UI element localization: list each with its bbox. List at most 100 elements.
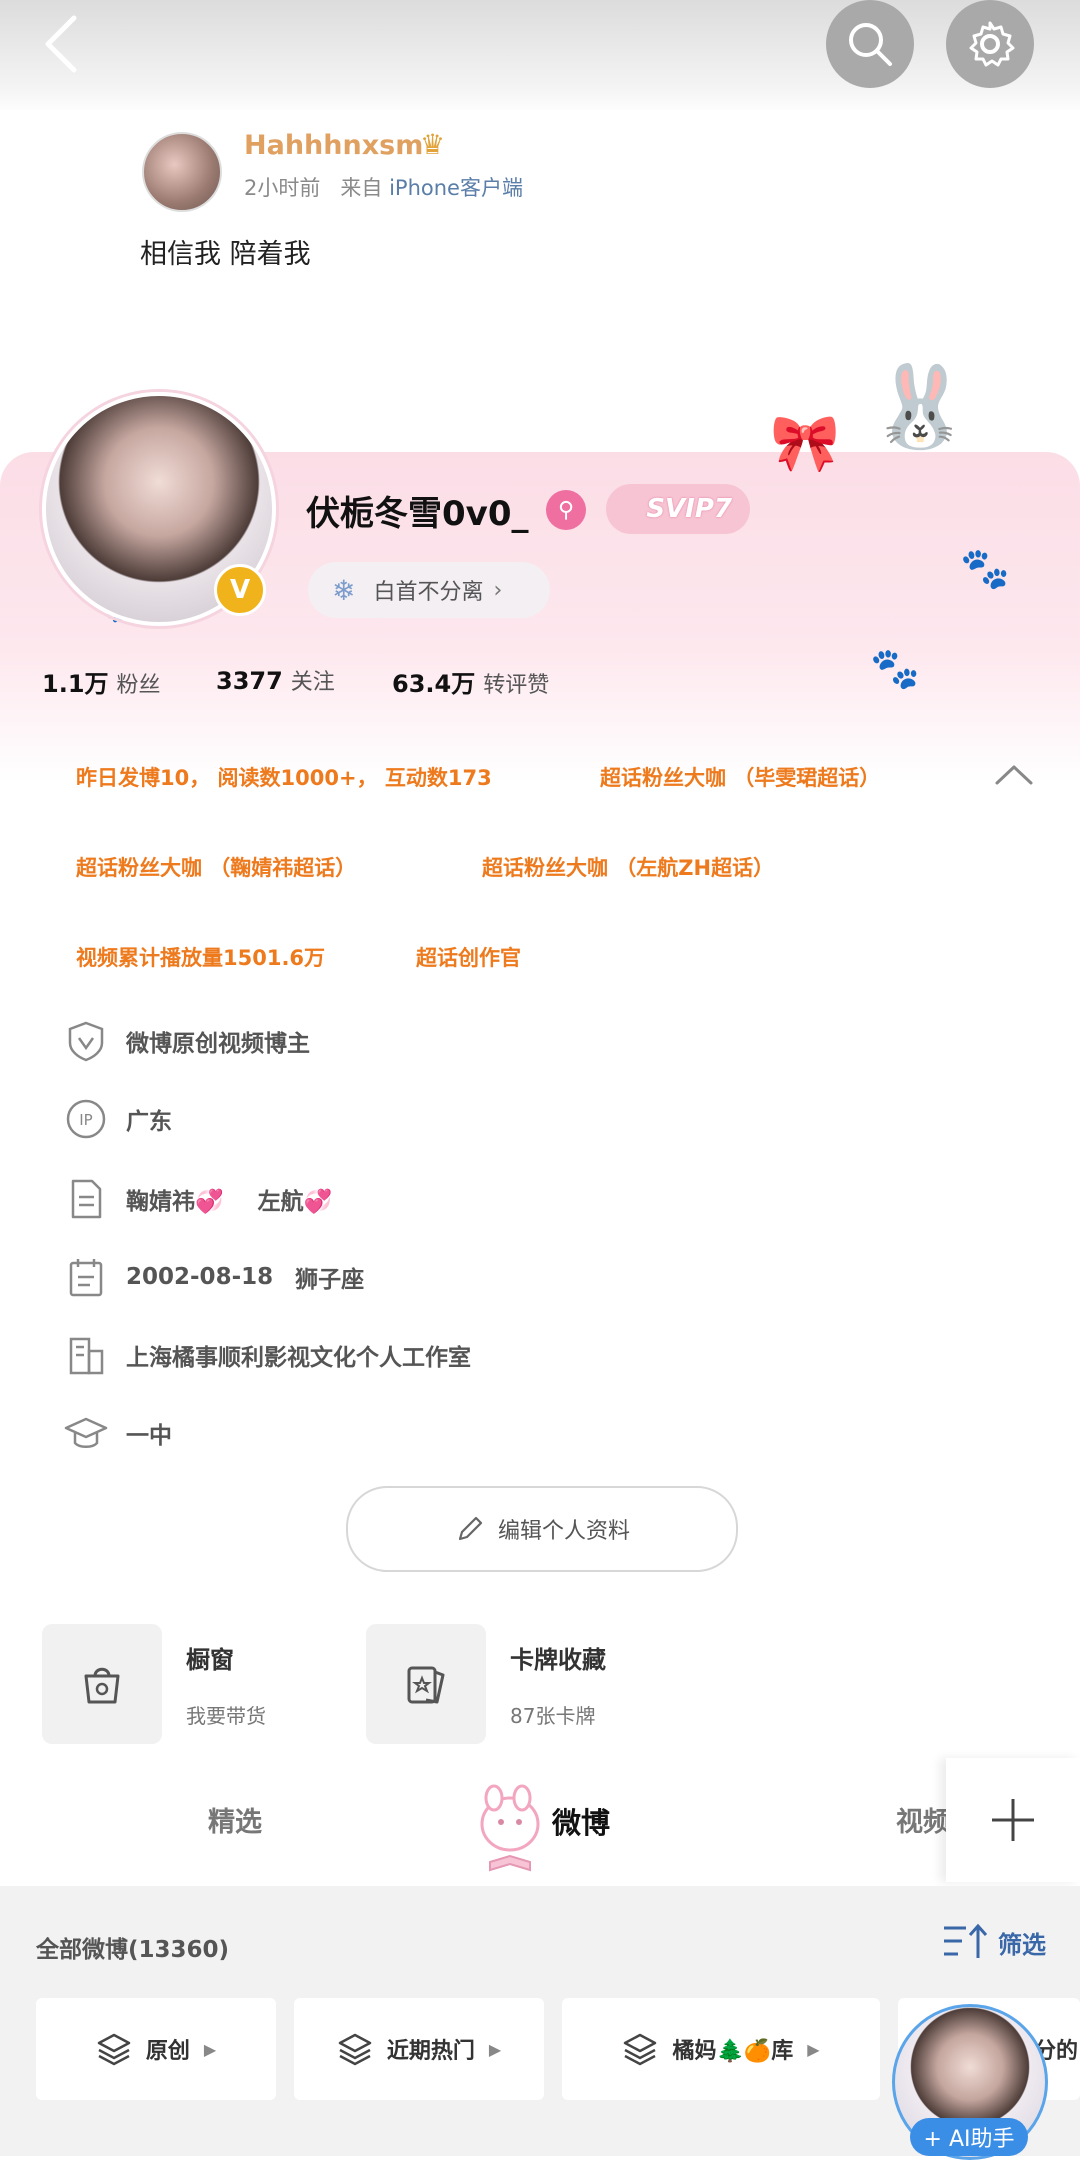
paw-icon: 🐾 [960,546,1010,592]
school-text: 一中 [126,1423,172,1449]
magnifier-badge-icon[interactable]: ⚲ [546,490,586,530]
calendar-icon [69,1259,103,1297]
info-ip: IP 广东 [64,1094,172,1144]
post-text: 相信我 陪着我 [140,239,311,270]
birthday-text: 2002-08-18 [126,1264,274,1290]
showcase-title[interactable]: 橱窗 [186,1640,234,1675]
stat-fans[interactable]: 1.1万 粉丝 [42,664,161,699]
info-verification: 微博原创视频博主 [64,1016,310,1066]
showcase-subtitle: 我要带货 [186,1704,266,1728]
tab-weibo[interactable]: 微博 [552,1800,610,1842]
chevron-left-icon [45,15,77,73]
bunny-sticker-icon: 🐰 [870,360,970,453]
snowflake-icon: ❄ [332,573,356,607]
bio-text-b: 左航💞 [257,1189,333,1215]
info-school: 一中 [64,1408,172,1458]
settings-button[interactable] [946,0,1034,88]
shield-icon [68,1021,104,1062]
filter-label: 筛选 [998,1930,1046,1959]
ip-location-icon: IP [66,1099,106,1139]
stat-label: 关注 [290,670,335,695]
post-author-avatar[interactable] [142,132,222,212]
collapse-button[interactable] [994,762,1034,790]
card-collection-tile[interactable] [366,1624,486,1744]
layers-icon [338,2033,372,2066]
svip-badge[interactable]: SVIP7 [606,484,750,534]
group-pill[interactable]: ❄ 白首不分离 › [308,562,550,618]
crown-icon: ♛ [420,128,446,161]
honor-tag[interactable]: 超话粉丝大咖 （鞠婧祎超话） [76,852,356,882]
chip-label: 近期热门 [386,2039,475,2064]
feed-count-title: 全部微博(13360) [36,1937,230,1963]
chip-library[interactable]: 橘妈🌲🍊库 ▶ [562,1998,880,2100]
info-bio: 鞠婧祎💞 左航💞 [64,1174,332,1224]
stat-label: 粉丝 [116,673,161,698]
building-icon [69,1337,104,1375]
honor-tag[interactable]: 超话创作官 [416,942,521,972]
showcase-tile[interactable] [42,1624,162,1744]
layers-icon [97,2033,131,2066]
post-from-prefix: 来自 [340,176,383,200]
edit-profile-button[interactable]: 编辑个人资料 [346,1486,738,1572]
triangle-right-icon: ▶ [488,2039,502,2059]
search-button[interactable] [826,0,914,88]
honor-tag[interactable]: 超话粉丝大咖 （毕雯珺超话） [600,762,880,792]
shopping-bag-icon [84,1667,120,1704]
chip-label: 原创 [145,2039,190,2064]
honor-tag[interactable]: 昨日发博10， 阅读数1000+， 互动数173 [76,762,492,792]
tab-featured[interactable]: 精选 [208,1800,262,1839]
stat-following[interactable]: 3377 关注 [216,664,335,696]
stat-label: 转评赞 [483,673,550,698]
post-author-name[interactable]: Hahhhnxsm [244,130,423,161]
triangle-right-icon: ▶ [807,2039,820,2059]
ip-icon-text: IP [79,1111,92,1129]
chip-original[interactable]: 原创 ▶ [36,1998,276,2100]
sort-filter-icon [944,1923,988,1958]
filter-button[interactable]: 筛选 [942,1922,1046,1962]
post-time: 2小时前 [244,176,321,200]
add-tab-button[interactable] [946,1758,1080,1882]
document-icon [71,1179,102,1219]
plus-icon [992,1799,1034,1841]
search-icon [849,23,892,66]
stat-value: 1.1万 [42,670,109,698]
graduation-cap-icon [64,1417,108,1448]
honor-tag[interactable]: 超话粉丝大咖 （左航ZH超话） [482,852,774,882]
post-source[interactable]: iPhone客户端 [389,176,523,200]
honor-tag[interactable]: 视频累计播放量1501.6万 [76,942,325,972]
bio-text-a: 鞠婧祎💞 [126,1189,224,1215]
back-button[interactable] [38,14,98,74]
ai-assistant-label[interactable]: + AI助手 [910,2118,1028,2156]
top-bar [0,0,1080,110]
group-label: 白首不分离 [373,580,484,605]
zodiac-text: 狮子座 [295,1267,365,1293]
card-icon [407,1666,445,1704]
verified-badge: V [214,564,266,616]
info-birthday: 2002-08-18 狮子座 [64,1252,364,1302]
layers-icon [624,2033,657,2066]
chevron-right-icon: › [493,577,503,603]
paw-icon: 🐾 [870,646,920,692]
pencil-icon [458,1516,483,1541]
bow-icon: 🎀 [770,411,840,476]
triangle-right-icon: ▶ [203,2039,217,2059]
stat-value: 3377 [216,667,283,695]
chip-recent-hot[interactable]: 近期热门 ▶ [294,1998,544,2100]
ip-location-text: 广东 [126,1109,172,1135]
profile-nickname: 伏栀冬雪0v0_ [306,494,529,534]
card-collection-title[interactable]: 卡牌收藏 [510,1640,606,1675]
edit-profile-label: 编辑个人资料 [497,1519,630,1544]
info-company: 上海橘事顺利影视文化个人工作室 [64,1330,471,1380]
profile-tabs: 精选 微博 视频 [0,1758,1080,1888]
stat-value: 63.4万 [392,670,476,698]
stat-likes[interactable]: 63.4万 转评赞 [392,664,549,699]
gear-icon [969,21,1015,67]
chip-label: 橘妈🌲🍊库 [672,2039,794,2064]
bunny-tab-icon [472,1784,548,1874]
verification-text: 微博原创视频博主 [126,1031,310,1057]
post-meta: 2小时前 来自 iPhone客户端 [244,172,523,202]
chevron-up-icon [995,765,1033,785]
card-collection-subtitle: 87张卡牌 [510,1704,596,1728]
company-text: 上海橘事顺利影视文化个人工作室 [126,1345,471,1371]
tab-video[interactable]: 视频 [896,1800,950,1839]
